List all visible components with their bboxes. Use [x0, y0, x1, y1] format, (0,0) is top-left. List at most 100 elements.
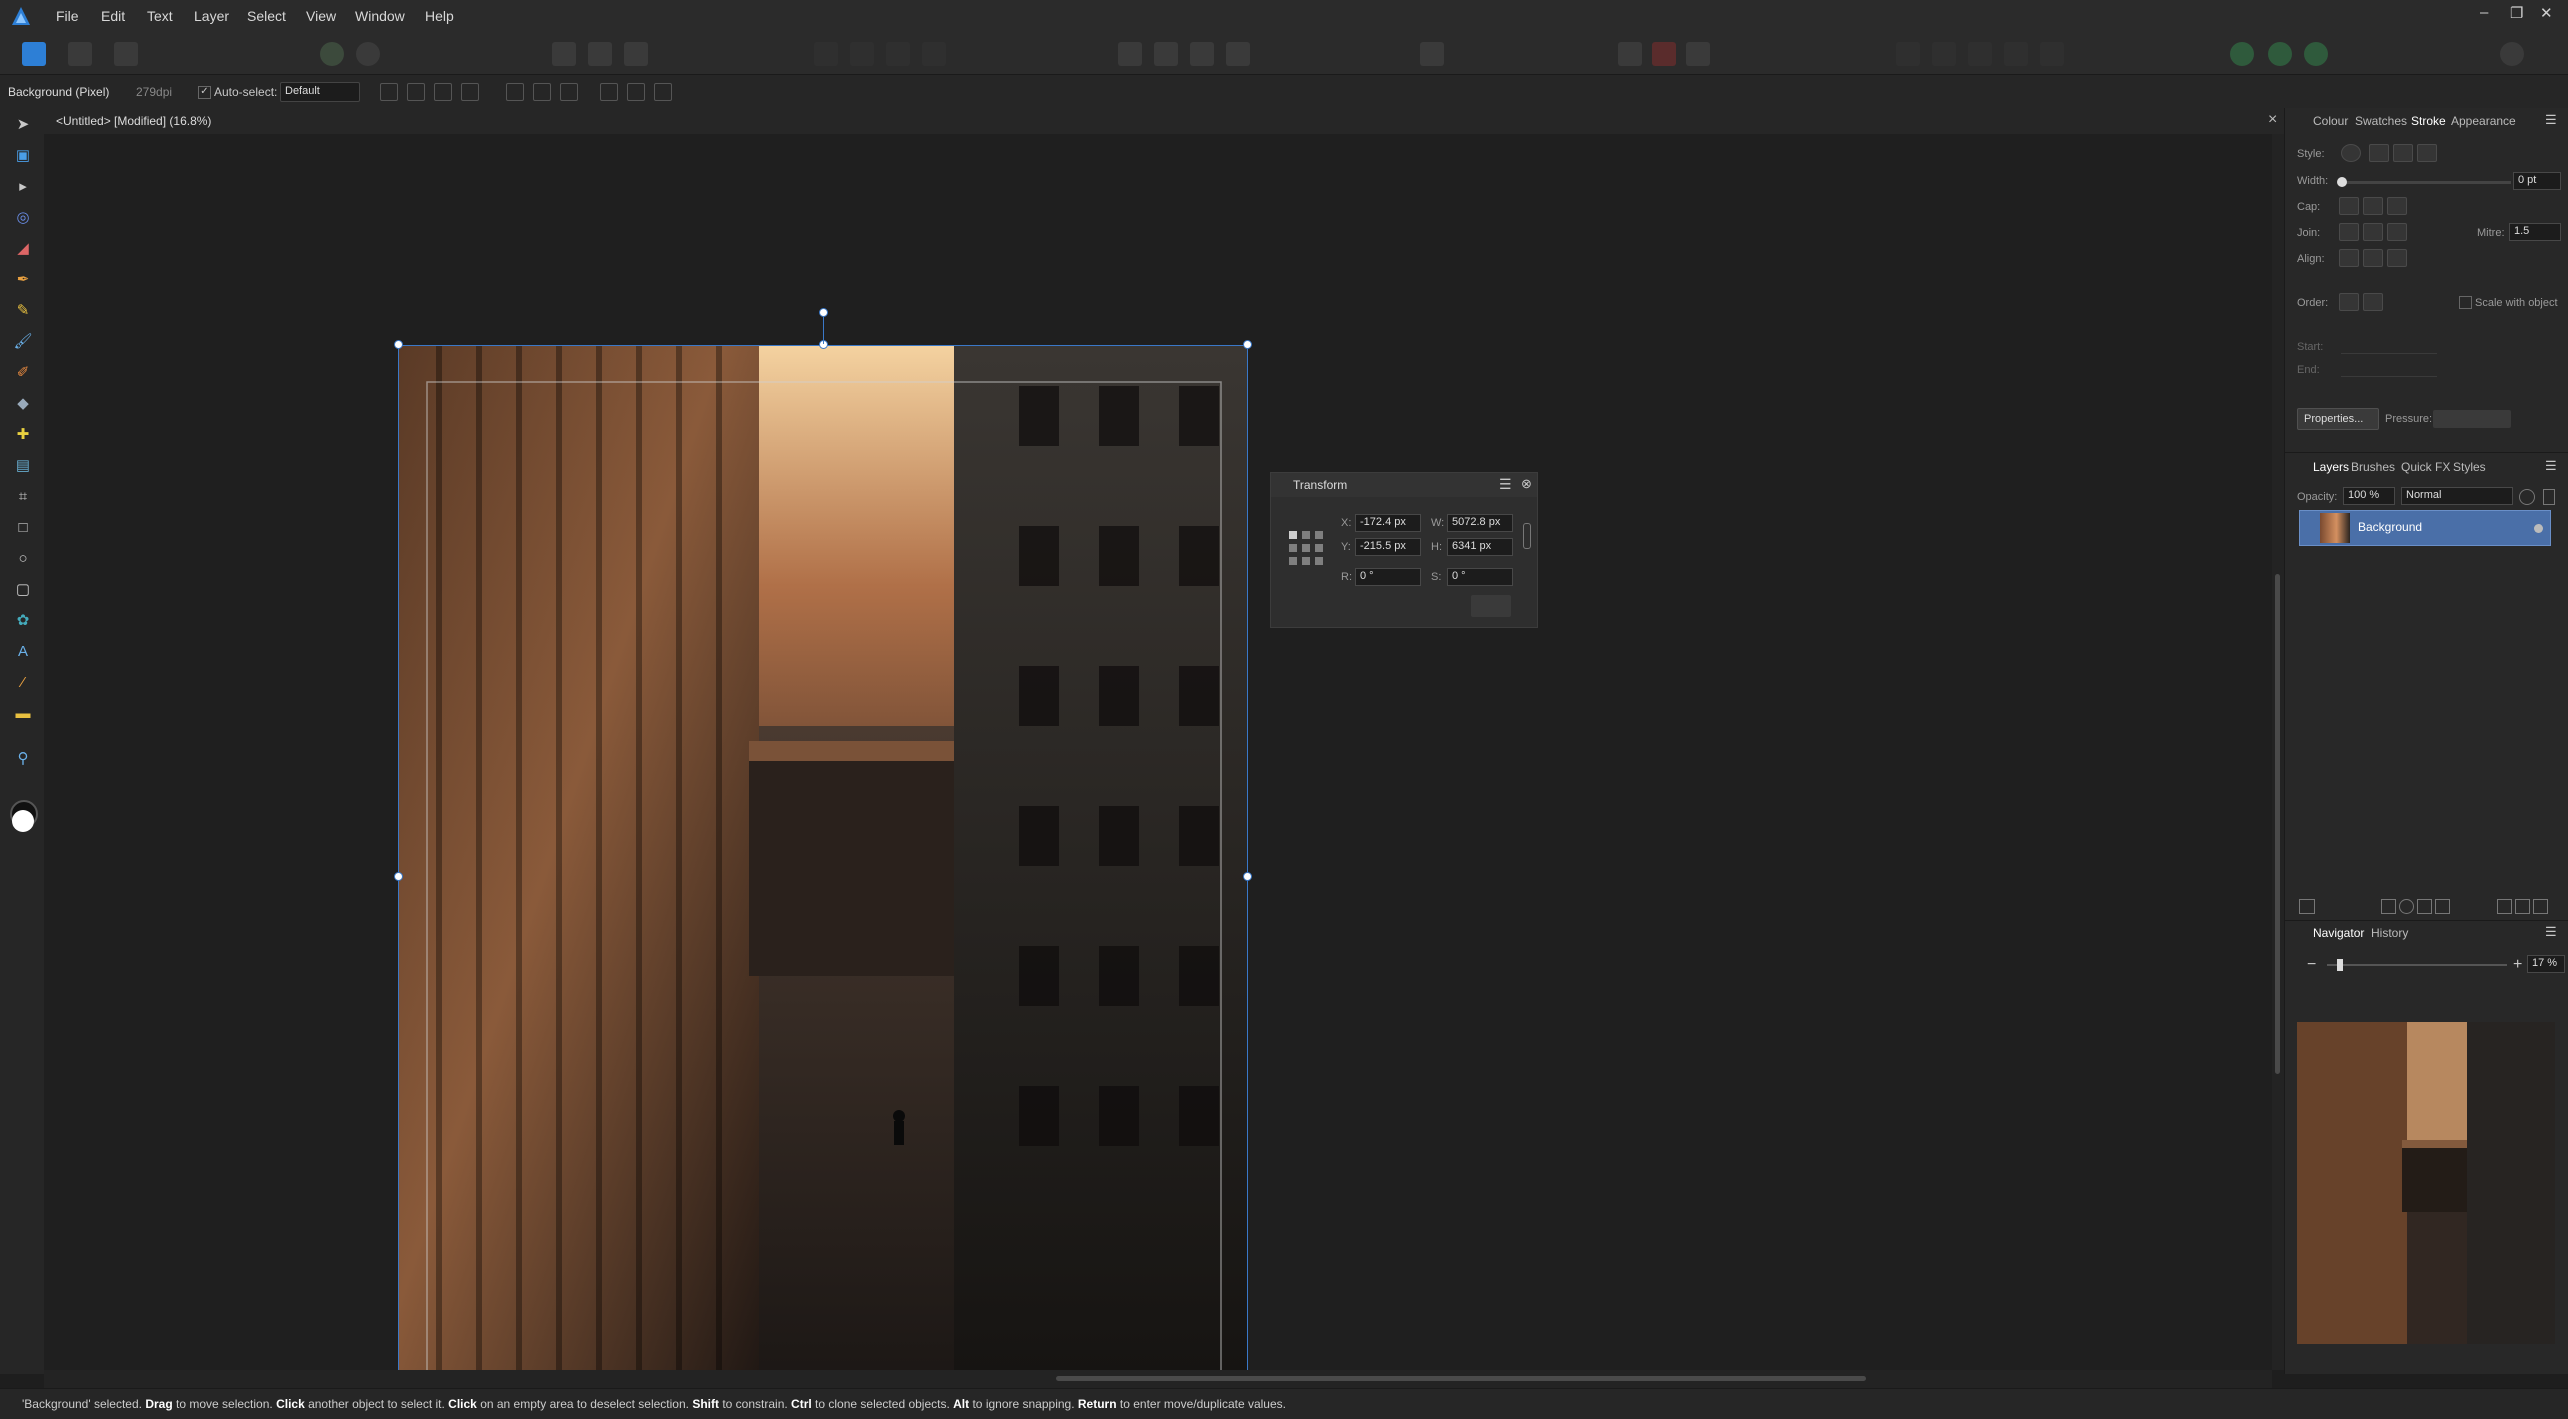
text-tool-icon[interactable]: A — [12, 641, 34, 661]
handle-top-left[interactable] — [394, 340, 403, 349]
autoselect-checkbox[interactable]: ✓ — [198, 86, 211, 99]
h-input[interactable]: 6341 px — [1447, 538, 1513, 556]
width-input[interactable]: 0 pt — [2513, 172, 2561, 190]
adjustment-layer-icon[interactable] — [2399, 899, 2414, 914]
y-input[interactable]: -215.5 px — [1355, 538, 1421, 556]
assistant-3-icon[interactable] — [1968, 42, 1992, 66]
navigator-preview[interactable] — [2297, 1022, 2555, 1344]
delete-layer-icon[interactable] — [2533, 899, 2548, 914]
opacity-input[interactable]: 100 % — [2343, 487, 2395, 505]
transform-options-button[interactable] — [1471, 595, 1511, 617]
healing-brush-icon[interactable]: ✚ — [12, 424, 34, 444]
pencil-tool-icon[interactable]: ✎ — [12, 300, 34, 320]
mask-layer-icon[interactable] — [2381, 899, 2396, 914]
liquify-persona-icon[interactable] — [68, 42, 92, 66]
affinity-photo-logo-icon[interactable] — [10, 5, 32, 27]
anchor-grid-icon[interactable] — [1287, 529, 1325, 567]
shape-tool-icon[interactable]: ✿ — [12, 610, 34, 630]
butt-cap-icon[interactable] — [2339, 197, 2359, 215]
boolean-add-icon[interactable] — [814, 42, 838, 66]
tab-layers[interactable]: Layers — [2313, 460, 2349, 474]
align-center-icon[interactable] — [533, 83, 551, 101]
boolean-intersect-icon[interactable] — [886, 42, 910, 66]
layer-row-background[interactable]: Background — [2299, 510, 2551, 546]
document-title[interactable]: <Untitled> [Modified] (16.8%) — [56, 114, 211, 128]
pen-tool-icon[interactable]: ✒ — [12, 269, 34, 289]
zoom-slider[interactable] — [2327, 964, 2507, 966]
close-document-icon[interactable]: × — [2268, 111, 2277, 129]
eyedropper-icon[interactable]: ⁄ — [12, 672, 34, 692]
document-image[interactable] — [398, 345, 1248, 1408]
miter-join-icon[interactable] — [2339, 223, 2359, 241]
tab-stroke[interactable]: Stroke — [2411, 114, 2446, 128]
zoom-tool-icon[interactable]: ⚲ — [12, 748, 34, 768]
boolean-divide-icon[interactable] — [922, 42, 946, 66]
vertical-scrollbar[interactable] — [2272, 134, 2284, 1370]
navigator-panel-menu-icon[interactable]: ☰ — [2545, 924, 2557, 940]
close-window-button[interactable]: ✕ — [2540, 4, 2553, 22]
add-layer-options-icon[interactable] — [2299, 899, 2315, 914]
bevel-join-icon[interactable] — [2387, 223, 2407, 241]
rectangle-tool-icon[interactable]: □ — [12, 517, 34, 537]
rounded-rect-tool-icon[interactable]: ▢ — [12, 579, 34, 599]
fill-tool-icon[interactable]: ◆ — [12, 393, 34, 413]
transform-mode-icon[interactable] — [434, 83, 452, 101]
menu-select[interactable]: Select — [247, 8, 286, 24]
canvas[interactable] — [44, 134, 2272, 1413]
menu-edit[interactable]: Edit — [101, 8, 125, 24]
flood-select-icon[interactable]: ◢ — [12, 238, 34, 258]
solid-line-icon[interactable] — [2369, 144, 2389, 162]
group-layer-icon[interactable] — [2435, 899, 2450, 914]
measure-tool-icon[interactable]: ▬ — [12, 703, 34, 723]
shear-input[interactable]: 0 ° — [1447, 568, 1513, 586]
handle-top-right[interactable] — [1243, 340, 1252, 349]
width-slider-thumb[interactable] — [2337, 177, 2347, 187]
blend-mode-dropdown[interactable]: Normal — [2401, 487, 2513, 505]
zoom-in-button[interactable]: + — [2513, 956, 2522, 974]
tab-history[interactable]: History — [2371, 926, 2408, 940]
bbox-icon[interactable] — [407, 83, 425, 101]
studio-1-icon[interactable] — [2230, 42, 2254, 66]
align-center-stroke-icon[interactable] — [2339, 249, 2359, 267]
tab-appearance[interactable]: Appearance — [2451, 114, 2516, 128]
ellipse-tool-icon[interactable]: ○ — [12, 548, 34, 568]
tab-swatches[interactable]: Swatches — [2355, 114, 2407, 128]
menu-help[interactable]: Help — [425, 8, 454, 24]
align-middle-icon[interactable] — [627, 83, 645, 101]
primary-color-swatch[interactable] — [12, 810, 34, 832]
align-bottom-icon[interactable] — [654, 83, 672, 101]
flip-vertical-icon[interactable] — [1154, 42, 1178, 66]
undo-history-icon[interactable] — [1686, 42, 1710, 66]
settings-icon[interactable] — [356, 42, 380, 66]
start-arrow-dropdown[interactable] — [2341, 337, 2437, 354]
assistant-2-icon[interactable] — [1932, 42, 1956, 66]
round-cap-icon[interactable] — [2363, 197, 2383, 215]
round-join-icon[interactable] — [2363, 223, 2383, 241]
quick-mask-icon[interactable] — [1618, 42, 1642, 66]
tab-styles[interactable]: Styles — [2453, 460, 2486, 474]
assistant-5-icon[interactable] — [2040, 42, 2064, 66]
horizontal-scroll-thumb[interactable] — [1056, 1376, 1866, 1381]
lock-aspect-icon[interactable] — [1523, 523, 1531, 549]
zoom-slider-thumb[interactable] — [2337, 959, 2343, 971]
artboard-tool-icon[interactable]: ▣ — [12, 145, 34, 165]
x-input[interactable]: -172.4 px — [1355, 514, 1421, 532]
boolean-subtract-icon[interactable] — [850, 42, 874, 66]
selection-toggle-1-icon[interactable] — [552, 42, 576, 66]
rotation-input[interactable]: 0 ° — [1355, 568, 1421, 586]
close-panel-icon[interactable]: ⊗ — [1521, 476, 1532, 492]
tab-brushes[interactable]: Brushes — [2351, 460, 2395, 474]
vertical-scroll-thumb[interactable] — [2275, 574, 2280, 1074]
stroke-front-icon[interactable] — [2363, 293, 2383, 311]
tab-quick-fx[interactable]: Quick FX — [2401, 460, 2450, 474]
align-icon[interactable] — [1420, 42, 1444, 66]
width-slider[interactable] — [2339, 181, 2511, 184]
grid-icon[interactable] — [461, 83, 479, 101]
mitre-input[interactable]: 1.5 — [2509, 223, 2561, 241]
align-outside-stroke-icon[interactable] — [2387, 249, 2407, 267]
no-stroke-icon[interactable] — [2341, 144, 2361, 162]
minimize-button[interactable]: – — [2480, 4, 2488, 21]
selection-toggle-3-icon[interactable] — [624, 42, 648, 66]
live-filter-icon[interactable] — [2417, 899, 2432, 914]
duplicate-layer-icon[interactable] — [2515, 899, 2530, 914]
